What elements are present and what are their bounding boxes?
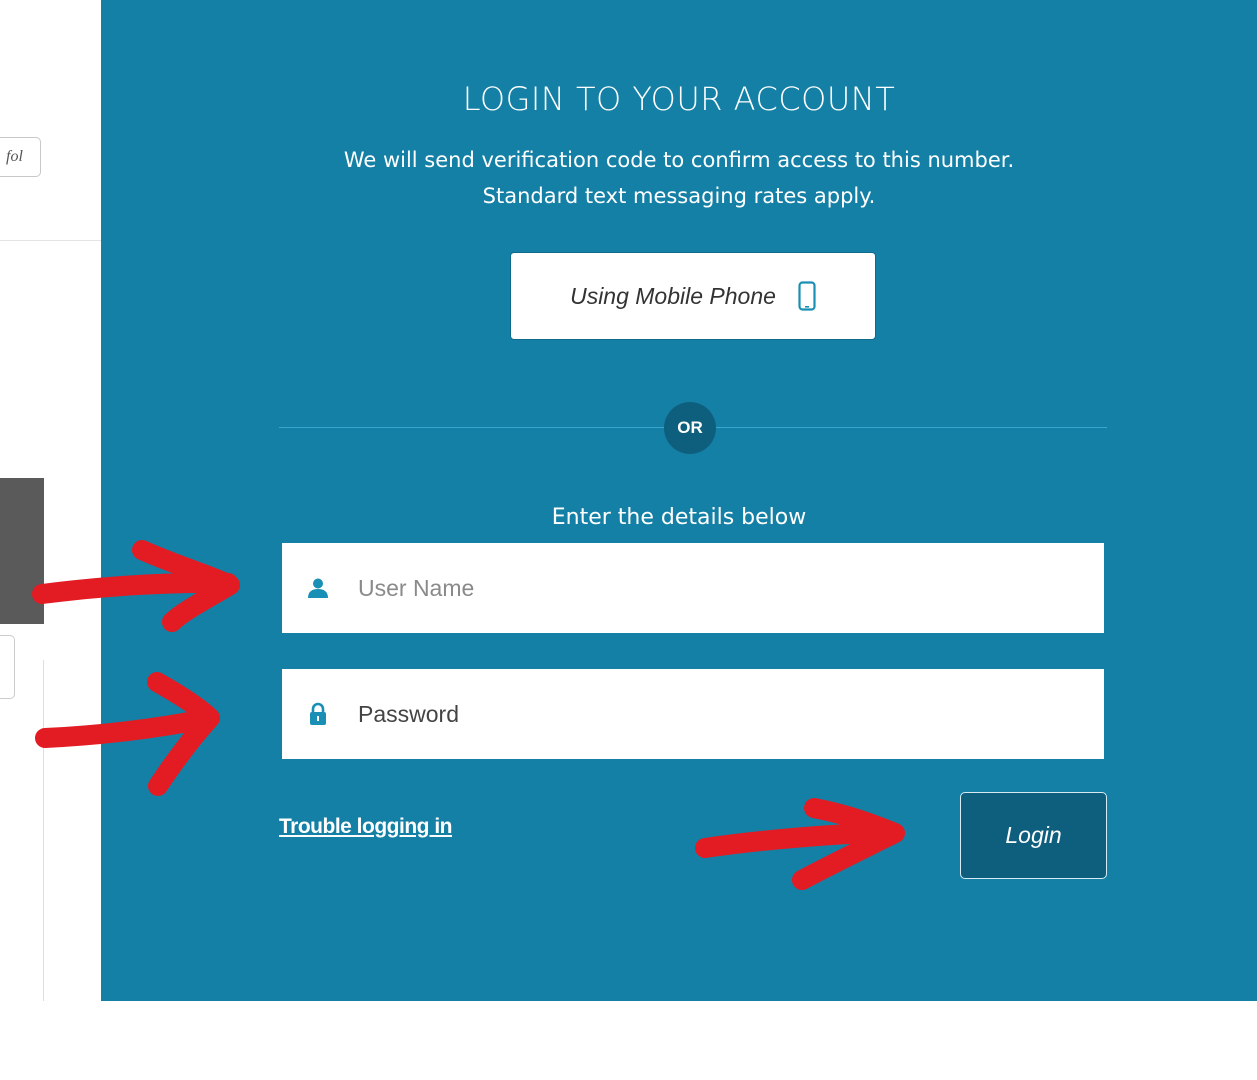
background-dark-bar xyxy=(0,478,44,1080)
using-mobile-phone-button[interactable]: Using Mobile Phone xyxy=(510,252,876,340)
trouble-logging-in-link[interactable]: Trouble logging in xyxy=(279,815,452,839)
login-title: LOGIN TO YOUR ACCOUNT xyxy=(462,80,896,118)
mobile-button-label: Using Mobile Phone xyxy=(570,282,776,309)
background-box xyxy=(0,635,15,699)
enter-details-label: Enter the details below xyxy=(551,505,807,530)
background-divider xyxy=(0,240,101,241)
background-vertical-line xyxy=(43,660,44,1001)
mobile-phone-icon xyxy=(798,281,816,311)
login-panel: LOGIN TO YOUR ACCOUNT We will send verif… xyxy=(101,0,1257,1001)
password-field[interactable] xyxy=(282,669,1104,759)
username-input[interactable] xyxy=(356,573,1104,603)
lock-icon xyxy=(306,701,330,727)
subtitle-line-2: Standard text messaging rates apply. xyxy=(482,184,876,208)
background-circle xyxy=(0,1040,20,1080)
user-icon xyxy=(306,575,330,601)
username-field[interactable] xyxy=(282,543,1104,633)
login-subtitle: We will send verification code to confir… xyxy=(101,142,1257,214)
password-input[interactable] xyxy=(356,699,1104,729)
background-page: fol xyxy=(0,0,101,1080)
login-button[interactable]: Login xyxy=(960,792,1107,879)
or-badge: OR xyxy=(664,402,716,454)
subtitle-line-1: We will send verification code to confir… xyxy=(343,148,1015,172)
background-tag: fol xyxy=(0,137,41,177)
